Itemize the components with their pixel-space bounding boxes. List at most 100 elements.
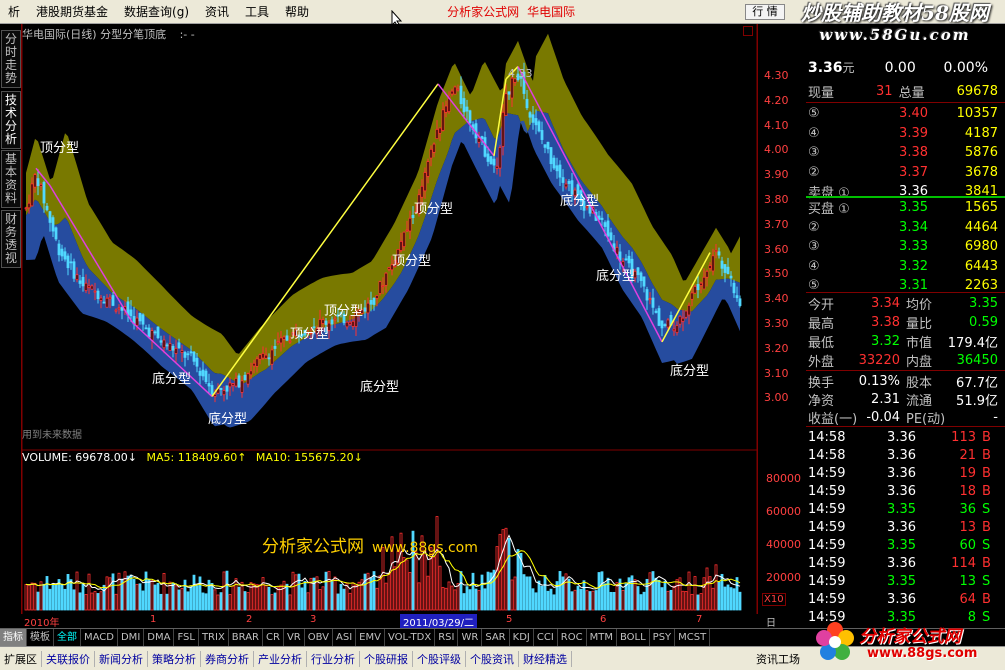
ma10-label: MA10: 155675.20 xyxy=(255,451,354,464)
order-volume: 4187 xyxy=(964,125,998,141)
indicator-tab[interactable]: MTM xyxy=(587,628,617,647)
stat-label: 均价 xyxy=(906,298,933,313)
app-window: 析 港股期货基金 数据查询(g) 资讯 工具 帮助 分析家公式网 华电国际 行 … xyxy=(0,0,1005,670)
sidebar-tab-financials[interactable]: 财务透视 xyxy=(1,210,21,268)
menu-item-help[interactable]: 帮助 xyxy=(277,3,317,20)
candle-body xyxy=(438,127,442,134)
tick-price: 3.35 xyxy=(887,538,916,553)
order-book-row[interactable]: 买盘 ① 3.35 1565 xyxy=(806,198,1002,217)
indicator-tab[interactable]: VR xyxy=(284,628,305,647)
chart-close-box[interactable] xyxy=(743,26,753,36)
volume-bar xyxy=(138,583,142,611)
menu-item-news[interactable]: 资讯 xyxy=(197,3,237,20)
bottom-tab[interactable]: 个股研报 xyxy=(360,650,413,667)
tick-time: 14:59 xyxy=(808,538,846,553)
volume-bar xyxy=(669,589,673,611)
window-title: 分析家公式网 xyxy=(447,5,520,19)
order-book-row[interactable]: ③ 3.38 5876 xyxy=(806,143,1002,162)
bottom-tab[interactable]: 关联报价 xyxy=(42,650,95,667)
volume-bar xyxy=(477,590,481,611)
indicator-tab[interactable]: MCST xyxy=(675,628,711,647)
candle-body xyxy=(144,327,148,330)
order-price: 3.37 xyxy=(899,164,928,180)
order-book-row[interactable]: ④ 3.39 4187 xyxy=(806,124,1002,143)
volume-bar xyxy=(588,591,592,611)
volume-bar xyxy=(516,549,520,611)
sidebar-tab-fundamentals[interactable]: 基本资料 xyxy=(1,150,21,208)
menu-item-analysis[interactable]: 析 xyxy=(0,3,28,20)
indicator-tab[interactable]: EMV xyxy=(356,628,385,647)
order-level: ② xyxy=(808,164,820,180)
indicator-tab[interactable]: MACD xyxy=(81,628,118,647)
indicator-tab[interactable]: BOLL xyxy=(617,628,650,647)
menu-item-hk-futures[interactable]: 港股期货基金 xyxy=(28,3,116,20)
bottom-tab[interactable]: 策略分析 xyxy=(148,650,201,667)
order-book-row[interactable]: ③ 3.33 6980 xyxy=(806,237,1002,256)
volume-bar xyxy=(378,575,382,611)
indicator-tab[interactable]: BRAR xyxy=(229,628,263,647)
menu-item-data-query[interactable]: 数据查询(g) xyxy=(116,3,197,20)
bottom-nav-bar: 扩展区 关联报价 新闻分析 策略分析 券商分析 产业分析 行业分析 个股研报 个股评级 个股资讯财… xyxy=(0,646,1005,670)
indicator-tab[interactable]: 指标 xyxy=(0,628,27,647)
order-book-row[interactable]: ⑤ 3.40 10357 xyxy=(806,104,1002,123)
indicator-tab[interactable]: VOL-TDX xyxy=(385,628,436,647)
candle-body xyxy=(90,285,94,290)
candle-body xyxy=(639,272,643,281)
indicator-tab[interactable]: 全部 xyxy=(54,628,81,647)
quote-toggle-button[interactable]: 行 情 xyxy=(745,4,785,20)
indicator-tab[interactable]: 模板 xyxy=(27,628,54,647)
stat-row: 换手 0.13% 股本 67.7亿 xyxy=(806,372,1002,391)
indicator-tab[interactable]: ASI xyxy=(333,628,357,647)
bottom-tab[interactable]: 产业分析 xyxy=(254,650,307,667)
price-axis: 4.30 4.20 4.10 4.00 3.90 3.80 3.70 3.60 3.50 3.40… xyxy=(757,24,805,614)
bottom-tab[interactable]: 财经精选 xyxy=(519,650,572,667)
candle-body xyxy=(150,330,154,341)
bottom-tab[interactable]: 扩展区 xyxy=(0,650,42,667)
indicator-tab[interactable]: SAR xyxy=(482,628,510,647)
candle-body xyxy=(111,295,115,306)
tick-side: B xyxy=(982,520,991,535)
candle-body xyxy=(555,165,559,172)
bottom-tab[interactable]: 个股资讯 xyxy=(466,650,519,667)
sidebar-tab-intraday[interactable]: 分时走势 xyxy=(1,30,21,88)
volume-bar xyxy=(303,581,307,611)
menu-item-tools[interactable]: 工具 xyxy=(237,3,277,20)
order-book-row[interactable]: ② 3.34 4464 xyxy=(806,218,1002,237)
tick-side: B xyxy=(982,466,991,481)
bottom-right-link[interactable]: 资讯工场 xyxy=(752,651,804,667)
indicator-tab[interactable]: RSI xyxy=(435,628,459,647)
candle-body xyxy=(462,98,466,113)
volume-bar xyxy=(39,581,43,611)
order-volume: 1565 xyxy=(964,200,998,215)
indicator-tab[interactable]: DMA xyxy=(144,628,175,647)
indicator-tab[interactable]: ROC xyxy=(558,628,587,647)
indicator-tab[interactable]: KDJ xyxy=(510,628,534,647)
volume-bar xyxy=(141,590,145,611)
volume-bar xyxy=(399,532,403,611)
bottom-tab[interactable]: 新闻分析 xyxy=(95,650,148,667)
kline-chart[interactable] xyxy=(22,24,757,614)
indicator-tab[interactable]: CCI xyxy=(534,628,558,647)
candle-body xyxy=(36,178,40,186)
tick-row: 14:59 3.36 13 B xyxy=(806,518,1002,537)
indicator-tab[interactable]: PSY xyxy=(650,628,676,647)
volume-bar xyxy=(639,594,643,611)
candle-body xyxy=(429,148,433,159)
bottom-tab[interactable]: 券商分析 xyxy=(201,650,254,667)
volume-bar xyxy=(186,591,190,611)
bottom-tab[interactable]: 个股评级 xyxy=(413,650,466,667)
bottom-tab[interactable]: 行业分析 xyxy=(307,650,360,667)
tick-side: S xyxy=(982,610,991,625)
indicator-tab[interactable]: OBV xyxy=(305,628,333,647)
indicator-tab[interactable]: CR xyxy=(263,628,284,647)
indicator-tab[interactable]: FSL xyxy=(174,628,199,647)
indicator-tab[interactable]: TRIX xyxy=(199,628,229,647)
indicator-tab[interactable]: WR xyxy=(458,628,483,647)
order-book-row[interactable]: ④ 3.32 6443 xyxy=(806,257,1002,276)
candle-body xyxy=(78,280,82,284)
stat-value: 51.9亿 xyxy=(956,394,998,409)
total-vol-label: 总量 xyxy=(898,86,925,101)
indicator-tab[interactable]: DMI xyxy=(118,628,145,647)
order-book-row[interactable]: ② 3.37 3678 xyxy=(806,163,1002,182)
sidebar-tab-technical[interactable]: 技术分析 xyxy=(1,91,21,149)
